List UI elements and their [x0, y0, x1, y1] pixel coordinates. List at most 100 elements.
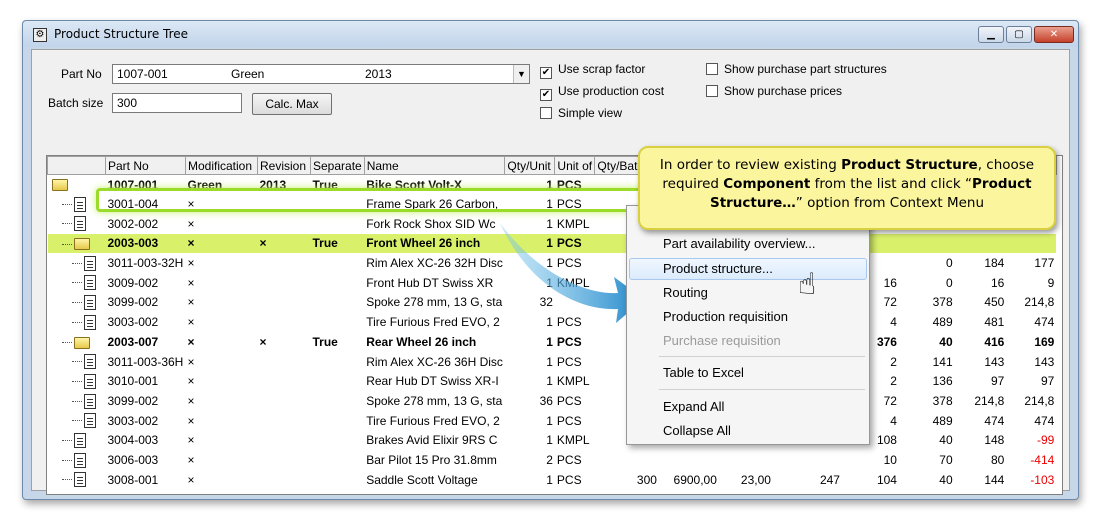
menu-item-table-to-excel[interactable]: Table to Excel: [663, 365, 744, 380]
tree-connector: [71, 262, 82, 264]
table-cell: 489: [932, 315, 953, 330]
column-header[interactable]: Qty/Unit: [504, 156, 556, 175]
table-cell: 3010-001: [107, 374, 159, 389]
table-cell: Bike Scott Volt-X: [366, 177, 462, 192]
table-cell: [311, 430, 365, 450]
tree-node-cell[interactable]: [48, 450, 106, 470]
maximize-button[interactable]: ▢: [1006, 26, 1032, 43]
tree-node-cell[interactable]: [48, 470, 106, 490]
tree-node-cell[interactable]: [48, 293, 106, 313]
table-row[interactable]: 2003-003 × × True Front Wheel 26 inch 1 PCS: [47, 233, 1057, 254]
table-row[interactable]: 3011-003-36H × Rim Alex XC-26 36H Disc 1 PCS…: [48, 352, 1057, 372]
table-cell: 1: [546, 256, 553, 271]
table-cell: -103: [1030, 472, 1055, 487]
table-cell: [595, 450, 659, 470]
table-cell: [258, 214, 311, 234]
table-row[interactable]: 3003-002 × Tire Furious Fred EVO, 2 1 PCS 4 48…: [48, 312, 1057, 332]
table-row[interactable]: 3008-001 × Saddle Scott Voltage 1 PCS 300 6900…: [48, 470, 1057, 490]
menu-item-collapse-all[interactable]: Collapse All: [663, 423, 731, 438]
tree-node-cell[interactable]: [48, 312, 106, 332]
simple-view-checkbox[interactable]: Simple view: [540, 106, 622, 120]
table-row[interactable]: 3009-002 × Front Hub DT Swiss XR 1 KMPL 16 0 16…: [48, 273, 1057, 293]
tree-node-cell[interactable]: [47, 233, 106, 254]
close-button[interactable]: ✕: [1034, 26, 1074, 43]
tree-node-cell[interactable]: [48, 194, 106, 214]
tree-node-cell[interactable]: [48, 332, 106, 352]
column-header[interactable]: Name: [363, 156, 506, 175]
title-bar[interactable]: ⚙ Product Structure Tree ▁ ▢ ✕: [23, 21, 1078, 47]
table-cell: [954, 233, 1007, 254]
tree-connector: [61, 243, 72, 245]
table-row[interactable]: 3003-002 × Tire Furious Fred EVO, 2 1 PCS 4 48…: [48, 411, 1057, 431]
table-cell: Rear Hub DT Swiss XR-I: [366, 374, 499, 389]
show-purchase-part-structures-checkbox[interactable]: Show purchase part structures: [706, 62, 887, 76]
tree-node-cell[interactable]: [48, 253, 106, 273]
calc-max-button[interactable]: Calc. Max: [252, 93, 332, 115]
document-icon: [83, 295, 96, 311]
table-cell: ×: [187, 256, 195, 271]
column-header[interactable]: Revision: [257, 156, 311, 175]
menu-item-product-structure[interactable]: Product structure...: [663, 261, 773, 276]
table-cell: [258, 194, 311, 214]
table-row[interactable]: 3011-003-32H × Rim Alex XC-26 32H Disc 1 PCS…: [48, 253, 1057, 273]
tree-connector: [71, 302, 82, 304]
table-row[interactable]: 2003-007 × × True Rear Wheel 26 inch 1 PCS 376 4…: [48, 332, 1057, 352]
table-cell: 2013: [259, 177, 287, 192]
column-header[interactable]: Separate: [310, 156, 365, 175]
table-row[interactable]: 3099-002×Spoke 278 mm, 13 G, sta36PCS172…: [48, 391, 1057, 411]
table-cell: 300: [636, 472, 657, 487]
revision-value: 2013: [365, 67, 392, 81]
use-scrap-factor-checkbox[interactable]: ✔ Use scrap factor: [540, 62, 645, 79]
tree-connector: [61, 439, 72, 441]
table-cell: [898, 233, 955, 254]
table-cell: 1: [546, 275, 553, 290]
chevron-down-icon[interactable]: ▼: [513, 65, 529, 83]
document-icon: [83, 275, 96, 291]
table-cell: 10: [883, 452, 897, 467]
show-purchase-prices-checkbox[interactable]: Show purchase prices: [706, 84, 842, 98]
tree-node-cell[interactable]: [48, 391, 106, 411]
table-cell: Fork Rock Shox SID Wc: [366, 216, 496, 231]
table-cell: 1007-001: [107, 177, 159, 192]
table-cell: 214,8: [974, 393, 1005, 408]
tree-node-cell[interactable]: [48, 371, 106, 391]
menu-item-production-requisition[interactable]: Production requisition: [663, 309, 788, 324]
tree-node-cell[interactable]: [48, 214, 106, 234]
tree-node-cell[interactable]: [48, 430, 106, 450]
table-cell: 3003-002: [107, 413, 159, 428]
checkmark-icon: ✔: [540, 89, 552, 101]
table-cell: 144: [984, 472, 1005, 487]
table-cell: 40: [939, 433, 953, 448]
table-cell: [258, 371, 311, 391]
table-row[interactable]: 3099-002 × Spoke 278 mm, 13 G, sta 32 72 378 4…: [48, 293, 1057, 313]
menu-item-purchase-requisition[interactable]: Purchase requisition: [663, 333, 781, 348]
batch-size-input[interactable]: 300: [112, 93, 242, 113]
table-cell: PCS: [556, 413, 582, 428]
table-cell: 474: [1034, 413, 1055, 428]
column-header[interactable]: Modification: [185, 156, 258, 175]
minimize-button[interactable]: ▁: [978, 26, 1004, 43]
tree-node-cell[interactable]: [48, 175, 106, 195]
table-cell: 143: [984, 354, 1005, 369]
tree-node-cell[interactable]: [48, 273, 106, 293]
menu-item-routing[interactable]: Routing: [663, 285, 708, 300]
tree-node-cell[interactable]: [48, 352, 106, 372]
table-cell: 97: [990, 374, 1005, 389]
table-row[interactable]: 3006-003 × Bar Pilot 15 Pro 31.8mm 2 PCS 10 70…: [48, 450, 1057, 470]
table-cell: 1: [546, 334, 553, 349]
table-row[interactable]: 3010-001 × Rear Hub DT Swiss XR-I 1 KMPL 2 136…: [48, 371, 1057, 391]
table-cell: 3008-001: [107, 472, 159, 487]
document-icon: [83, 413, 96, 429]
table-cell: ×: [259, 334, 267, 349]
column-header[interactable]: Part No: [105, 156, 186, 175]
tree-node-cell[interactable]: [48, 411, 106, 431]
table-cell: 1: [546, 433, 553, 448]
part-no-combobox[interactable]: 1007-001 Green 2013 ▼: [112, 64, 530, 84]
use-production-cost-checkbox[interactable]: ✔ Use production cost: [540, 84, 664, 101]
context-menu: Part availability overview... Product st…: [626, 205, 870, 445]
menu-item-expand-all[interactable]: Expand All: [663, 399, 724, 414]
table-row[interactable]: 3004-003 × Brakes Avid Elixir 9RS C 1 KMPL 10…: [48, 430, 1057, 450]
column-header[interactable]: Unit of: [554, 156, 596, 175]
table-cell: 3006-003: [107, 452, 159, 467]
menu-item-part-availability[interactable]: Part availability overview...: [663, 236, 815, 251]
